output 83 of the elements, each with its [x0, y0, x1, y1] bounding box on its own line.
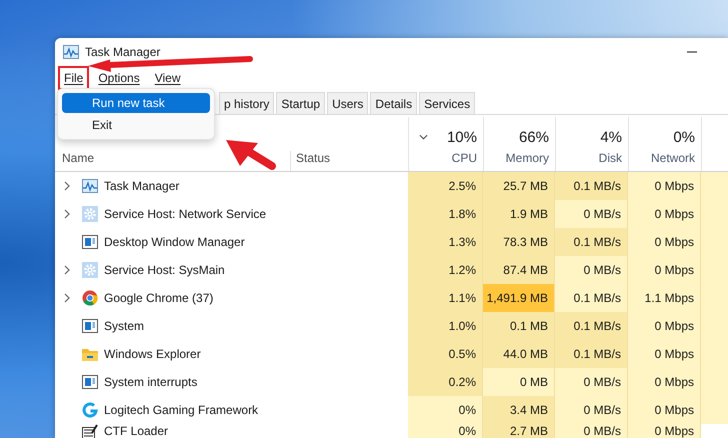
expand-chevron-icon[interactable] — [64, 265, 70, 275]
table-cell: 0.1 MB — [483, 312, 555, 340]
expand-chevron-icon[interactable] — [64, 209, 70, 219]
annotation-arrow — [226, 140, 276, 170]
table-cell: 1.3% — [408, 228, 483, 256]
chart-icon — [63, 45, 79, 59]
table-cell: 1.0% — [408, 312, 483, 340]
table-cell: 78.3 MB — [483, 228, 555, 256]
g-logo-icon — [82, 402, 98, 418]
table-cell: 0 Mbps — [628, 228, 701, 256]
table-cell: 0 MB/s — [555, 200, 628, 228]
table-cell: 0% — [408, 424, 483, 438]
table-cell: 0% — [408, 396, 483, 424]
column-header[interactable]: 66% Memory — [483, 117, 555, 171]
expand-chevron-icon[interactable] — [64, 293, 70, 303]
table-cell: 2.5% — [408, 172, 483, 200]
column-header[interactable]: Status — [290, 151, 408, 171]
window-icon — [82, 374, 98, 390]
table-cell: 1.9 MB — [483, 200, 555, 228]
tab[interactable]: Startup — [276, 92, 326, 114]
table-cell — [701, 172, 728, 200]
table-cell — [701, 396, 728, 424]
table-cell: 1.1 Mbps — [628, 284, 701, 312]
window-icon — [82, 318, 98, 334]
table-cell: 2.7 MB — [483, 424, 555, 438]
table-cell: 0.1 MB/s — [555, 312, 628, 340]
process-name: Service Host: Network Service — [104, 207, 266, 221]
table-cell: 25.7 MB — [483, 172, 555, 200]
table-cell: 0 Mbps — [628, 256, 701, 284]
process-name: System — [104, 319, 144, 333]
gear-icon — [82, 206, 98, 222]
folder-icon — [82, 346, 98, 362]
table-cell: 0 Mbps — [628, 424, 701, 438]
table-cell: 0.1 MB/s — [555, 228, 628, 256]
table-cell: 0 Mbps — [628, 368, 701, 396]
table-cell: 44.0 MB — [483, 340, 555, 368]
tab[interactable]: Services — [419, 92, 476, 114]
table-cell: 0 MB/s — [555, 256, 628, 284]
table-cell: 0 MB — [483, 368, 555, 396]
table-cell: 0 Mbps — [628, 340, 701, 368]
table-cell: 3.4 MB — [483, 396, 555, 424]
table-cell: 1.8% — [408, 200, 483, 228]
tab[interactable]: p history — [219, 92, 274, 114]
window-title: Task Manager — [85, 45, 160, 59]
table-cell: 0.5% — [408, 340, 483, 368]
process-name: Desktop Window Manager — [104, 235, 245, 249]
table-cell: 1.1% — [408, 284, 483, 312]
process-name: System interrupts — [104, 375, 198, 389]
expand-chevron-icon[interactable] — [64, 181, 70, 191]
table-cell: 0 Mbps — [628, 172, 701, 200]
tab[interactable]: Users — [327, 92, 368, 114]
table-cell: 0.1 MB/s — [555, 340, 628, 368]
table-cell: 1,491.9 MB — [483, 284, 555, 312]
process-name: Google Chrome (37) — [104, 291, 214, 305]
gear-icon — [82, 262, 98, 278]
table-cell: 0 MB/s — [555, 368, 628, 396]
tab[interactable]: Details — [370, 92, 418, 114]
table-cell: 0 MB/s — [555, 396, 628, 424]
table-cell: 0 MB/s — [555, 424, 628, 438]
window-icon — [82, 234, 98, 250]
menu-item[interactable]: Run new task — [62, 93, 210, 113]
chart-icon — [82, 178, 98, 194]
table-cell: 0.1 MB/s — [555, 284, 628, 312]
table-cell: 1.2% — [408, 256, 483, 284]
column-header[interactable]: 0% Network — [628, 117, 701, 171]
table-cell: 0 Mbps — [628, 200, 701, 228]
chrome-logo-icon — [82, 290, 98, 306]
column-header[interactable]: Name — [55, 151, 290, 171]
table-cell: 0.2% — [408, 368, 483, 396]
table-cell: 0 Mbps — [628, 396, 701, 424]
table-cell: 87.4 MB — [483, 256, 555, 284]
process-name: Task Manager — [104, 179, 180, 193]
table-cell: 0.1 MB/s — [555, 172, 628, 200]
menu-item[interactable]: View — [148, 66, 186, 90]
menu-item[interactable]: Exit — [62, 115, 210, 135]
process-name: CTF Loader — [104, 424, 168, 438]
process-name: Windows Explorer — [104, 347, 201, 361]
process-name: Logitech Gaming Framework — [104, 403, 258, 417]
menu-item[interactable]: Options — [92, 66, 146, 90]
column-header[interactable]: 4% Disk — [555, 117, 628, 171]
process-name: Service Host: SysMain — [104, 263, 225, 277]
table-cell: 0 Mbps — [628, 312, 701, 340]
column-header[interactable]: 10% CPU — [408, 117, 483, 171]
